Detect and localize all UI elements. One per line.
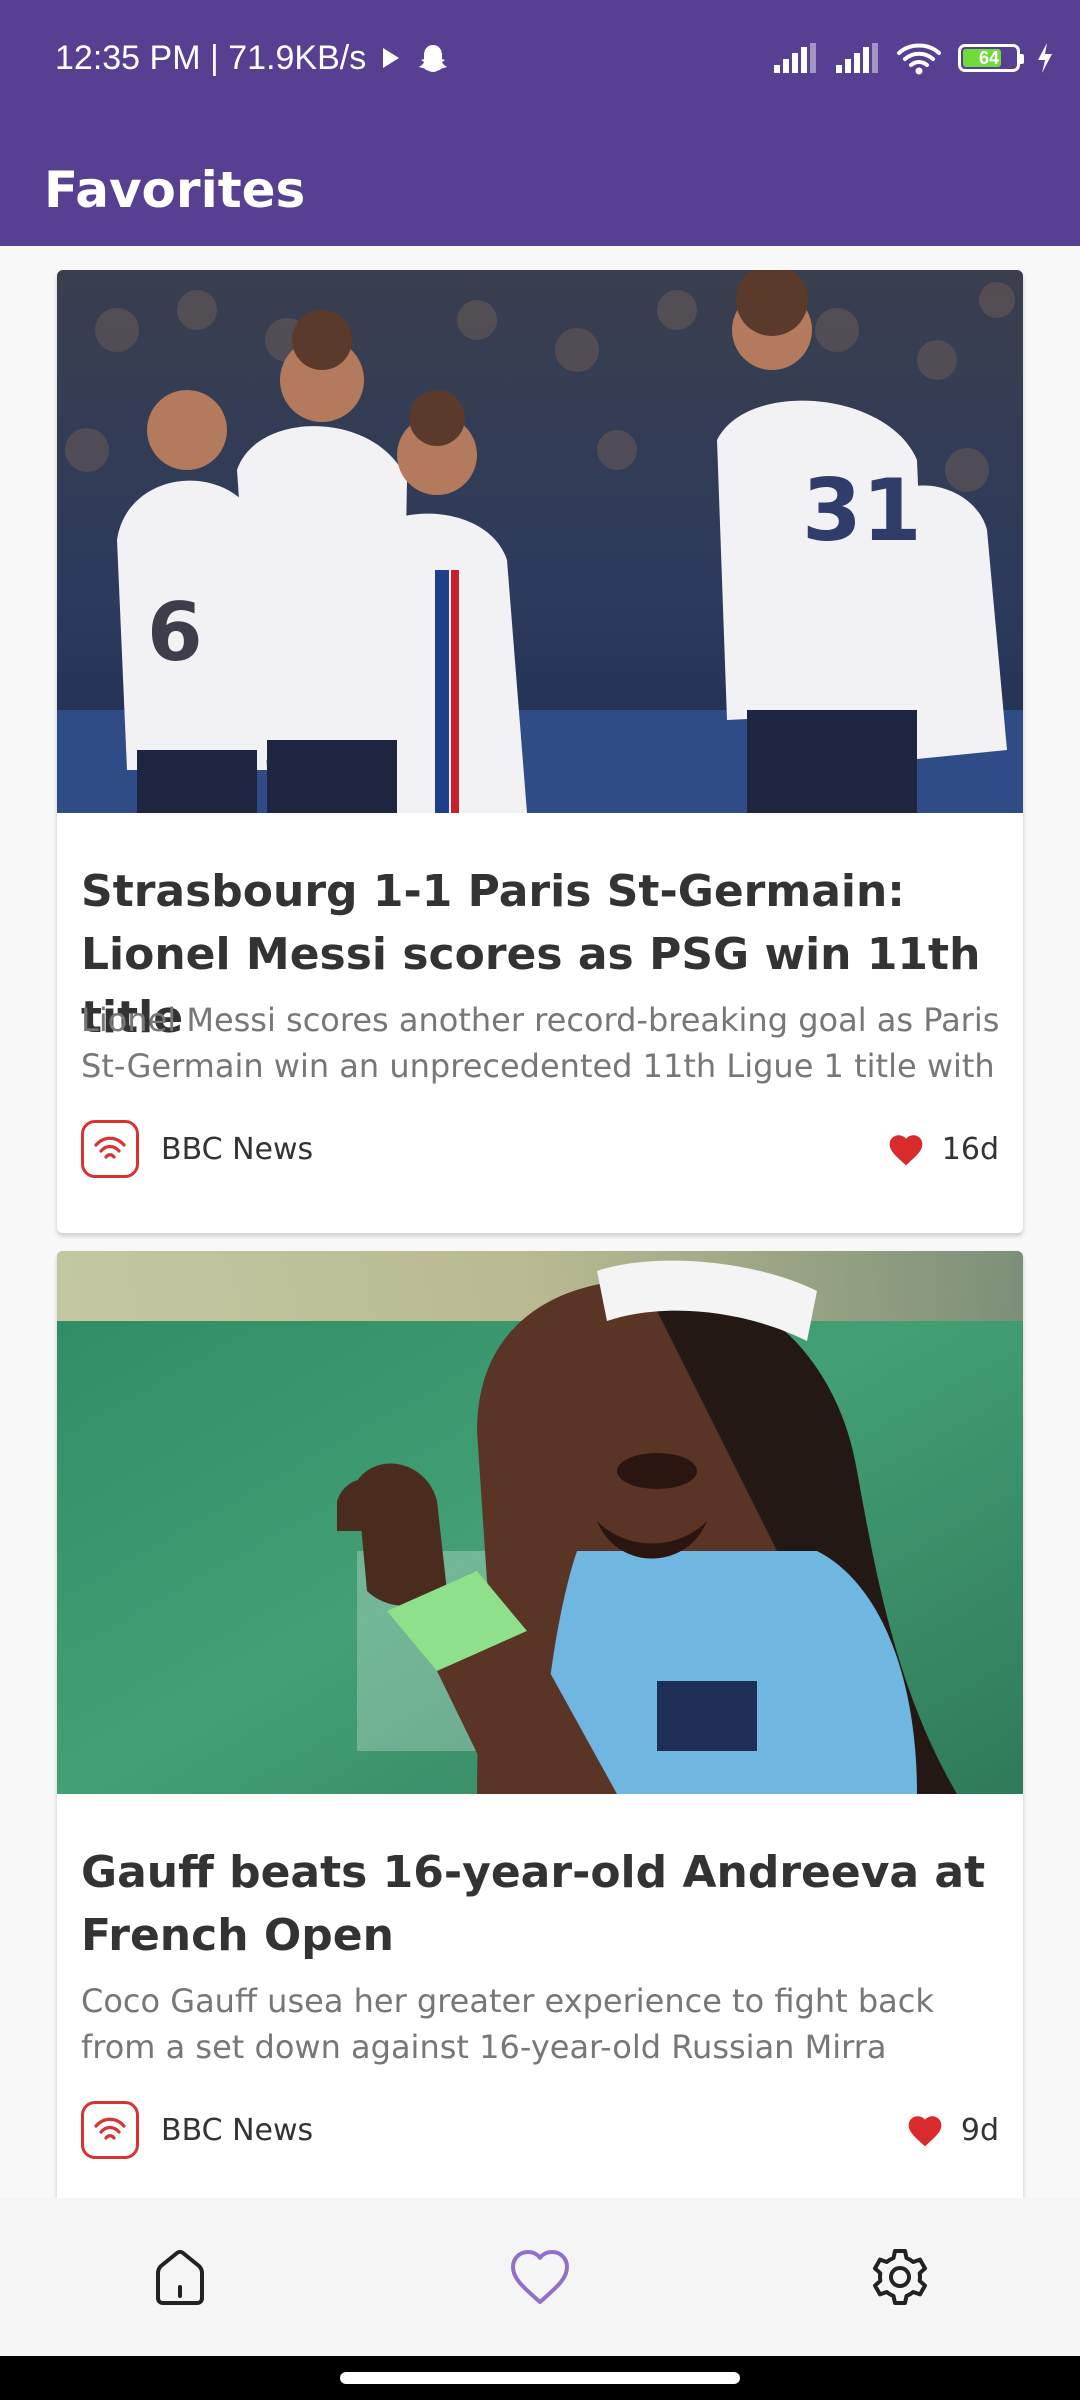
news-card[interactable]: 6 31 Strasbourg 1-1 Paris St-Germain: Li…: [57, 270, 1023, 1233]
article-footer: BBC News 16d: [81, 1117, 999, 1181]
nav-settings[interactable]: [800, 2198, 1000, 2356]
status-right: 64: [772, 30, 1054, 86]
play-store-icon: [383, 48, 400, 68]
status-left: 12:35 PM | 71.9KB/s: [55, 30, 450, 86]
nav-favorites[interactable]: [440, 2198, 640, 2356]
favorites-list[interactable]: 6 31 Strasbourg 1-1 Paris St-Germain: Li…: [0, 246, 1080, 2198]
page-title: Favorites: [44, 161, 306, 219]
news-card[interactable]: Gauff beats 16-year-old Andreeva at Fren…: [57, 1251, 1023, 2198]
news-source-icon: [81, 2101, 139, 2159]
snapchat-icon: [419, 45, 448, 72]
battery-icon: 64: [958, 44, 1024, 72]
article-age: 16d: [941, 1131, 999, 1167]
news-source-name: BBC News: [161, 2112, 314, 2148]
svg-text:31: 31: [802, 461, 922, 561]
home-icon[interactable]: [148, 2245, 212, 2309]
heart-icon[interactable]: [507, 2247, 573, 2307]
article-footer: BBC News 9d: [81, 2098, 999, 2162]
bottom-navigation: [0, 2198, 1080, 2356]
status-bar: 12:35 PM | 71.9KB/s 64: [0, 0, 1080, 118]
nav-home[interactable]: [80, 2198, 280, 2356]
app-bar: Favorites: [0, 118, 1080, 246]
gear-icon[interactable]: [868, 2245, 932, 2309]
article-image[interactable]: 6 31: [57, 270, 1023, 813]
status-time-speed: 12:35 PM | 71.9KB/s: [55, 38, 367, 77]
article-title[interactable]: Gauff beats 16-year-old Andreeva at Fren…: [81, 1841, 1001, 1967]
article-age: 9d: [960, 2112, 999, 2148]
article-image[interactable]: [57, 1251, 1023, 1794]
battery-cap: [1020, 54, 1024, 64]
heart-icon[interactable]: [905, 2112, 945, 2148]
news-source-icon: [81, 1120, 139, 1178]
wifi-icon: [897, 43, 941, 75]
heart-icon[interactable]: [886, 1131, 926, 1167]
signal-icon: [836, 43, 878, 73]
system-navigation-area: [0, 2356, 1080, 2400]
charging-icon: [1038, 43, 1052, 73]
battery-level: 64: [978, 47, 1000, 68]
article-description: Coco Gauff usea her greater experience t…: [81, 1982, 934, 2066]
gesture-handle[interactable]: [340, 2372, 740, 2384]
news-source-name: BBC News: [161, 1131, 314, 1167]
article-description: Lionel Messi scores another record-break…: [81, 1001, 1000, 1085]
signal-icon: [774, 43, 816, 73]
svg-text:6: 6: [147, 586, 203, 679]
